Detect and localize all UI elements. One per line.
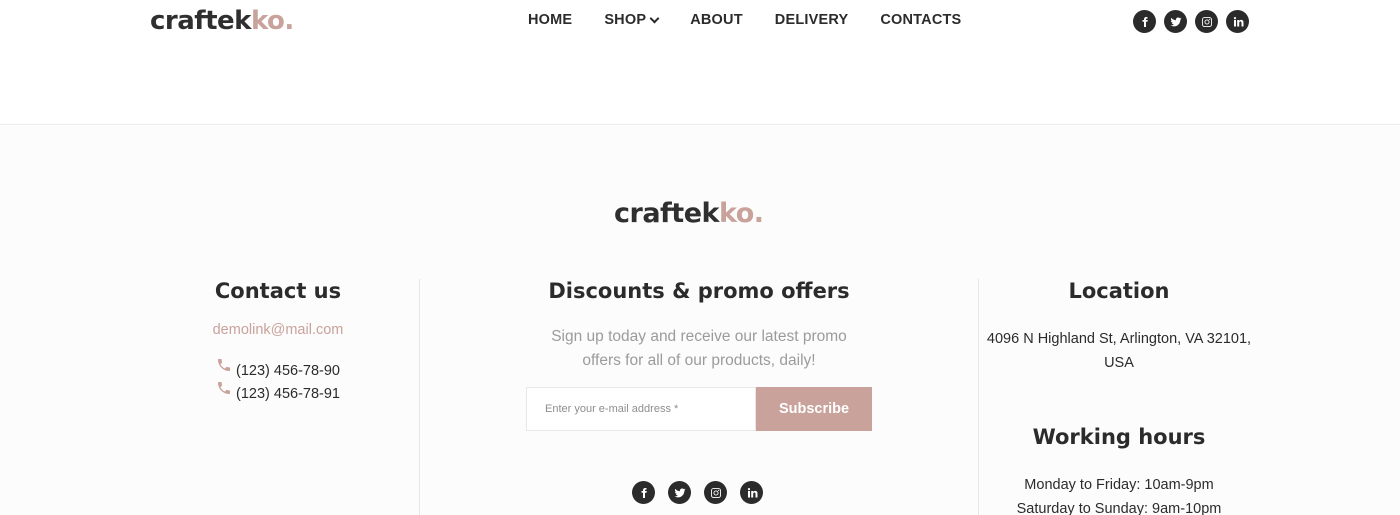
subscribe-form: Subscribe	[526, 387, 872, 431]
hours-list: Monday to Friday: 10am-9pm Saturday to S…	[980, 473, 1258, 515]
location-address: 4096 N Highland St, Arlington, VA 32101,…	[986, 331, 1252, 371]
phone-list: (123) 456-78-90 (123) 456-78-91	[138, 359, 418, 406]
logo-text-main: craftek	[614, 198, 719, 229]
location-title: Location	[1068, 279, 1170, 303]
subscribe-email-input[interactable]	[526, 387, 756, 431]
instagram-icon[interactable]	[704, 481, 727, 504]
promo-column: Discounts & promo offers Sign up today a…	[419, 279, 979, 515]
header-social-links	[1133, 10, 1249, 33]
phone-item[interactable]: (123) 456-78-90	[138, 359, 418, 383]
facebook-icon[interactable]	[1133, 10, 1156, 33]
footer-social-links	[632, 481, 763, 504]
hours-title: Working hours	[1032, 425, 1206, 449]
linkedin-icon[interactable]	[740, 481, 763, 504]
nav-about[interactable]: ABOUT	[690, 12, 743, 28]
nav-home[interactable]: HOME	[528, 12, 572, 28]
facebook-icon[interactable]	[632, 481, 655, 504]
twitter-icon[interactable]	[1164, 10, 1187, 33]
logo-text-main: craftek	[150, 6, 251, 36]
phone-icon	[216, 382, 232, 406]
hours-line: Saturday to Sunday: 9am-10pm	[1016, 501, 1222, 515]
main-nav: HOME SHOP ABOUT DELIVERY CONTACTS	[528, 12, 993, 28]
site-header: craftekko. HOME SHOP ABOUT DELIVERY CONT…	[0, 0, 1400, 125]
nav-delivery[interactable]: DELIVERY	[775, 12, 849, 28]
phone-number: (123) 456-78-90	[236, 363, 340, 379]
logo-text-accent: ko.	[250, 6, 294, 36]
chevron-down-icon	[649, 13, 660, 23]
site-footer: craftekko. Contact us demolink@mail.com …	[0, 126, 1400, 515]
logo-text-accent: ko.	[718, 198, 764, 229]
twitter-icon[interactable]	[668, 481, 691, 504]
phone-item[interactable]: (123) 456-78-91	[138, 382, 418, 406]
promo-title: Discounts & promo offers	[548, 279, 850, 303]
subscribe-button[interactable]: Subscribe	[756, 387, 872, 431]
footer-logo[interactable]: craftekko.	[614, 198, 764, 229]
contact-column: Contact us demolink@mail.com (123) 456-7…	[138, 279, 418, 406]
nav-shop[interactable]: SHOP	[604, 12, 660, 28]
instagram-icon[interactable]	[1195, 10, 1218, 33]
header-logo[interactable]: craftekko.	[150, 6, 294, 36]
promo-description: Sign up today and receive our latest pro…	[551, 328, 847, 369]
linkedin-icon[interactable]	[1226, 10, 1249, 33]
nav-contacts[interactable]: CONTACTS	[880, 12, 961, 28]
contact-email-link[interactable]: demolink@mail.com	[138, 322, 418, 338]
hours-line: Monday to Friday: 10am-9pm	[1024, 477, 1214, 493]
location-column: Location 4096 N Highland St, Arlington, …	[980, 279, 1258, 515]
contact-title: Contact us	[214, 279, 342, 303]
nav-shop-label: SHOP	[604, 12, 647, 28]
phone-number: (123) 456-78-91	[236, 386, 340, 402]
